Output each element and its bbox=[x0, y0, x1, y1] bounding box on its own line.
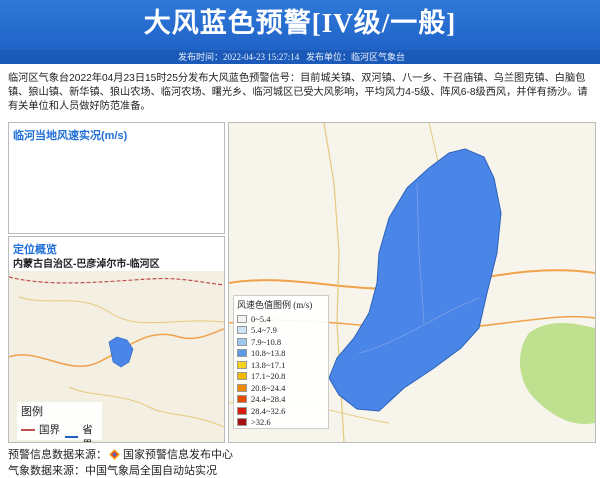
wind-panel-title: 临河当地风速实况(m/s) bbox=[13, 130, 128, 142]
speed-legend-item: 10.8~13.8 bbox=[234, 348, 328, 360]
region-path: 内蒙古自治区-巴彦淖尔市-临河区 bbox=[13, 259, 160, 270]
speed-legend-item: >32.6 bbox=[234, 417, 328, 429]
legend-province-border: 省界 bbox=[65, 422, 102, 442]
minimap-legend: 图例 国界 省界 bbox=[17, 402, 102, 442]
wind-speed-panel: 临河当地风速实况(m/s) bbox=[8, 122, 225, 234]
speed-legend-item: 24.4~28.4 bbox=[234, 394, 328, 406]
location-panel: 定位概览 内蒙古自治区-巴彦淖尔市-临河区 图例 国界 省界 bbox=[8, 236, 225, 443]
speed-legend-item: 5.4~7.9 bbox=[234, 325, 328, 337]
national-border-swatch bbox=[21, 428, 35, 431]
national-border-label: 国界 bbox=[39, 424, 60, 436]
warning-title: 大风蓝色预警[IV级/一般] bbox=[143, 8, 457, 38]
weather-source: 气象数据来源：中国气象局全国自动站实况 bbox=[8, 465, 217, 477]
province-border-label: 省界 bbox=[82, 424, 93, 442]
legend-national-border: 国界 bbox=[21, 422, 60, 437]
warning-description: 临河区气象台2022年04月23日15时25分发布大风蓝色预警信号：目前城关镇、… bbox=[8, 73, 588, 112]
source-name-link[interactable]: 国家预警信息发布中心 bbox=[123, 446, 233, 462]
meta-bar: 发布时间：2022-04-23 15:27:14 发布单位：临河区气象台 bbox=[0, 50, 600, 64]
province-border-swatch bbox=[65, 436, 79, 438]
speed-legend-item: 20.8~24.4 bbox=[234, 382, 328, 394]
wind-speed-legend: 风速色值图例 (m/s) 0~5.4 5.4~7.9 7.9~10.8 10.8… bbox=[233, 295, 329, 429]
diamond-logo-icon bbox=[109, 448, 120, 460]
source-label: 预警信息数据来源： bbox=[8, 449, 107, 461]
speed-legend-title: 风速色值图例 (m/s) bbox=[237, 300, 313, 310]
publish-time: 发布时间：2022-04-23 15:27:14 bbox=[178, 52, 300, 62]
header-banner: 大风蓝色预警[IV级/一般] 发布时间：2022-04-23 15:27:14 … bbox=[0, 0, 600, 64]
speed-legend-item: 0~5.4 bbox=[234, 313, 328, 325]
speed-legend-item: 28.4~32.6 bbox=[234, 405, 328, 417]
speed-legend-item: 7.9~10.8 bbox=[234, 336, 328, 348]
footer-source: 预警信息数据来源： 国家预警信息发布中心 bbox=[8, 446, 233, 462]
warning-map[interactable]: 风速色值图例 (m/s) 0~5.4 5.4~7.9 7.9~10.8 10.8… bbox=[228, 122, 596, 443]
publisher: 发布单位：临河区气象台 bbox=[306, 52, 406, 62]
minimap-legend-title: 图例 bbox=[21, 406, 43, 418]
speed-legend-item: 17.1~20.8 bbox=[234, 371, 328, 383]
speed-legend-item: 13.8~17.1 bbox=[234, 359, 328, 371]
